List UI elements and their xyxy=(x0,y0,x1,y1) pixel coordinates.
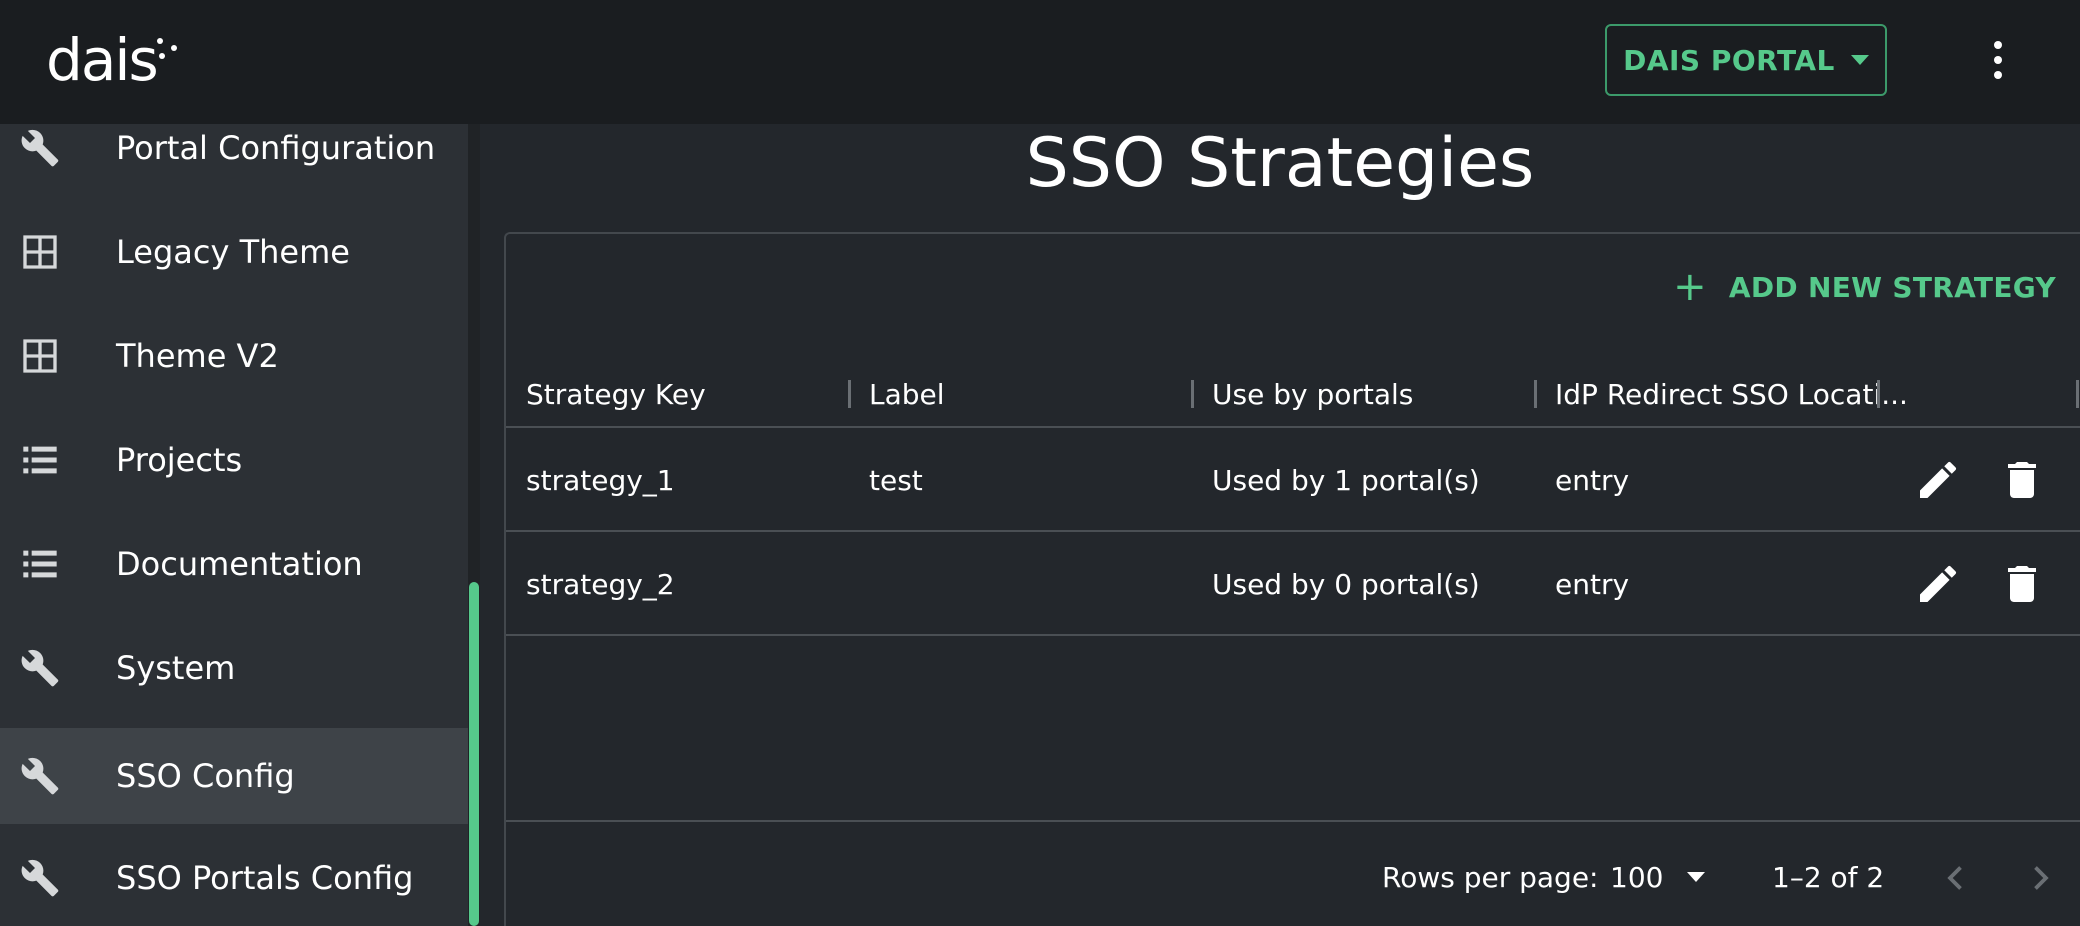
edit-icon[interactable] xyxy=(1914,560,1962,608)
sidebar-scrollbar-thumb[interactable] xyxy=(469,582,479,926)
rows-per-page-label: Rows per page: xyxy=(1382,860,1599,894)
list-icon xyxy=(23,446,57,474)
plus-icon: + xyxy=(1673,264,1707,310)
cell-strategy-key: strategy_2 xyxy=(526,567,675,601)
sidebar-item-sso-config[interactable]: SSO Config xyxy=(0,728,468,824)
delete-icon[interactable] xyxy=(1998,560,2046,608)
sidebar-item-label: Portal Configuration xyxy=(116,129,436,167)
grid-icon xyxy=(23,339,57,373)
sidebar-item-label: Documentation xyxy=(116,545,363,583)
grid-icon xyxy=(23,235,57,269)
logo-dots-icon xyxy=(157,38,177,59)
sidebar-item-sso-portals-config[interactable]: SSO Portals Config xyxy=(0,830,468,926)
cell-idp-redirect: entry xyxy=(1555,463,1630,497)
add-new-strategy-button[interactable]: + ADD NEW STRATEGY xyxy=(1673,258,2056,316)
chevron-right-icon[interactable] xyxy=(2022,858,2058,898)
column-header-use-by-portals[interactable]: Use by portals xyxy=(1212,352,1413,436)
portal-selector-label: DAIS PORTAL xyxy=(1623,43,1835,77)
top-bar: dais DAIS PORTAL xyxy=(0,0,2080,124)
sidebar-item-label: Legacy Theme xyxy=(116,233,350,271)
rows-per-page-value: 100 xyxy=(1610,860,1664,894)
page-title: SSO Strategies xyxy=(1025,124,1535,203)
sidebar-item-theme-v2[interactable]: Theme V2 xyxy=(0,308,468,404)
table-row-divider xyxy=(506,634,2080,636)
sidebar-item-label: System xyxy=(116,649,236,687)
caret-down-icon xyxy=(1687,872,1706,882)
sidebar-item-label: SSO Config xyxy=(116,757,295,795)
column-separator[interactable] xyxy=(848,380,851,408)
portal-selector-button[interactable]: DAIS PORTAL xyxy=(1605,24,1887,96)
edit-icon[interactable] xyxy=(1914,456,1962,504)
dais-logo[interactable]: dais xyxy=(46,22,159,98)
wrench-icon xyxy=(21,757,59,795)
sidebar-item-label: Theme V2 xyxy=(116,337,279,375)
wrench-icon xyxy=(21,649,59,687)
sidebar-item-system[interactable]: System xyxy=(0,620,468,716)
cell-use-by-portals: Used by 1 portal(s) xyxy=(1212,463,1480,497)
column-separator[interactable] xyxy=(1534,380,1537,408)
sidebar-item-label: SSO Portals Config xyxy=(116,859,414,897)
column-separator[interactable] xyxy=(2076,380,2079,408)
sidebar-item-documentation[interactable]: Documentation xyxy=(0,516,468,612)
table-row[interactable]: strategy_1 test Used by 1 portal(s) entr… xyxy=(506,426,2080,532)
caret-down-icon xyxy=(1850,55,1869,65)
column-header-strategy-key[interactable]: Strategy Key xyxy=(526,352,706,436)
chevron-left-icon[interactable] xyxy=(1938,858,1974,898)
column-separator[interactable] xyxy=(1877,380,1880,408)
column-separator[interactable] xyxy=(1191,380,1194,408)
rows-per-page-select[interactable]: 100 xyxy=(1610,852,1706,902)
sidebar-item-portal-configuration[interactable]: Portal Configuration xyxy=(0,124,468,196)
more-vert-icon[interactable] xyxy=(1986,38,2010,82)
delete-icon[interactable] xyxy=(1998,456,2046,504)
add-new-strategy-label: ADD NEW STRATEGY xyxy=(1728,270,2056,304)
wrench-icon xyxy=(21,859,59,897)
cell-use-by-portals: Used by 0 portal(s) xyxy=(1212,567,1480,601)
wrench-icon xyxy=(21,129,59,167)
sidebar: Portal Configuration Legacy Theme Theme … xyxy=(0,124,468,926)
column-header-label[interactable]: Label xyxy=(869,352,945,436)
strategies-table-panel: + ADD NEW STRATEGY Strategy Key Label Us… xyxy=(504,232,2080,926)
sidebar-item-legacy-theme[interactable]: Legacy Theme xyxy=(0,204,468,300)
cell-idp-redirect: entry xyxy=(1555,567,1630,601)
column-header-idp-redirect[interactable]: IdP Redirect SSO Locati... xyxy=(1555,352,1908,436)
pagination-range: 1–2 of 2 xyxy=(1772,860,1885,894)
cell-strategy-key: strategy_1 xyxy=(526,463,675,497)
table-footer-divider xyxy=(506,820,2080,822)
sidebar-item-label: Projects xyxy=(116,441,243,479)
sidebar-item-projects[interactable]: Projects xyxy=(0,412,468,508)
cell-label: test xyxy=(869,463,923,497)
table-row[interactable]: strategy_2 Used by 0 portal(s) entry xyxy=(506,530,2080,636)
list-icon xyxy=(23,550,57,578)
